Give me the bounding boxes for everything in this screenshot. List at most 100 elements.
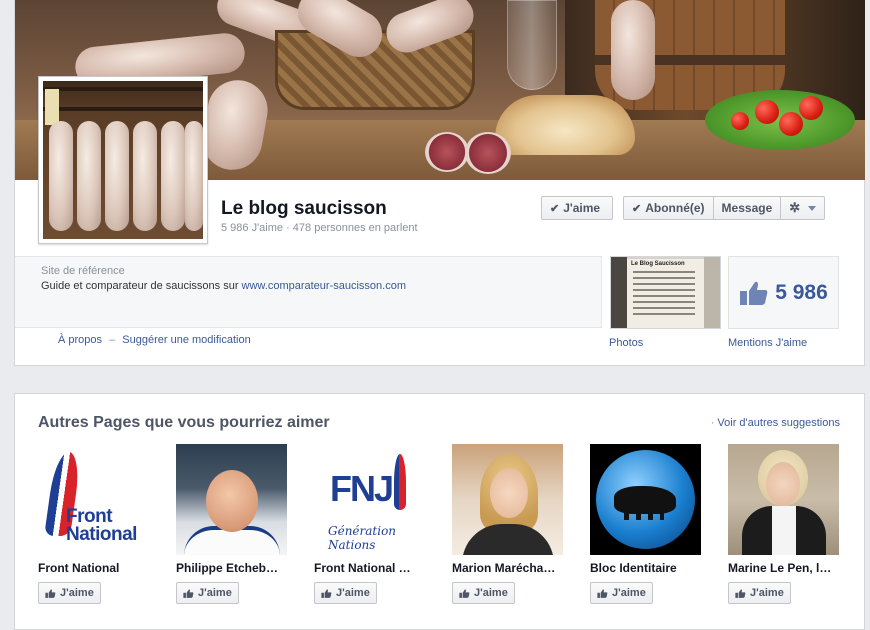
suggested-page: Marion Maréchа… J'aime [452,444,564,604]
cover-sausage [611,0,655,100]
suggested-page-image[interactable] [728,444,839,555]
check-icon: ✔ [632,202,642,215]
photo-thumb-line [633,271,695,273]
suggested-page-like-button[interactable]: J'aime [314,582,377,604]
flame-logo-icon [394,454,406,510]
cover-glass [507,0,557,90]
suggested-page: Marine Le Pen, l… J'aime [728,444,840,604]
see-more-suggestions[interactable]: · Voir d'autres suggestions [711,417,840,429]
thumbs-up-icon [597,588,608,599]
profile-picture[interactable] [38,76,208,244]
suggested-page-image[interactable]: Front National [38,444,149,555]
suggested-page-like-button[interactable]: J'aime [728,582,791,604]
thumbs-up-icon [45,588,56,599]
gear-icon: ✲ [789,200,801,215]
suggested-page-like-button[interactable]: J'aime [590,582,653,604]
cover-bread [495,95,635,155]
photo-thumb-page [627,259,705,328]
photo-thumb-line [633,283,695,285]
suggested-page-name[interactable]: Front National [38,561,150,575]
portrait-face [490,468,528,518]
suggested-page-image[interactable] [590,444,701,555]
fnj-logo-subtitle: Génération Nations [328,524,397,552]
suggested-page-like-button[interactable]: J'aime [452,582,515,604]
suggested-page: Front National Front National J'aime [38,444,150,604]
suggested-page-like-label: J'aime [60,587,94,599]
cover-tomato [779,112,803,136]
about-links: À propos – Suggérer une modification [58,334,251,346]
avatar-hanging-sausage [133,121,157,231]
likes-box[interactable]: 5 986 [728,256,839,329]
check-icon: ✔ [550,202,560,215]
photo-thumb-line [633,313,695,315]
page-stats: 5 986 J'aime · 478 personnes en parlent [221,222,418,234]
message-button-label: Message [721,201,773,215]
suggested-page-image[interactable] [452,444,563,555]
suggest-edit-link[interactable]: Suggérer une modification [122,334,250,346]
cover-tomato [799,96,823,120]
suggested-page-name[interactable]: Marine Le Pen, l… [728,561,840,575]
suggested-page: FNJ Génération Nations Front National … … [314,444,426,604]
suggested-page-name[interactable]: Front National … [314,561,426,575]
photo-thumb-line [633,277,695,279]
photos-link[interactable]: Photos [609,337,643,349]
photo-thumb-edge [704,257,720,328]
photo-thumb-shadow [611,257,627,328]
cover-tomato [731,112,749,130]
likes-link[interactable]: Mentions J'aime [728,337,807,349]
avatar-hanging-sausage [185,121,203,231]
about-link[interactable]: À propos [58,334,102,346]
suggested-page-like-label: J'aime [474,587,508,599]
cover-tomato [755,100,779,124]
suggested-page-image[interactable] [176,444,287,555]
suggested-page-like-button[interactable]: J'aime [38,582,101,604]
like-button[interactable]: ✔ J'aime [541,196,613,220]
thumbs-up-icon [735,588,746,599]
suggested-page-name[interactable]: Philippe Etcheb… [176,561,288,575]
cover-saucisson-slice [465,132,511,174]
page-category[interactable]: Site de référence [41,265,125,277]
suggested-page-name[interactable]: Marion Maréchа… [452,561,564,575]
settings-dropdown-button[interactable]: ✲ [781,197,824,219]
thumbs-up-icon [459,588,470,599]
photo-thumb-line [633,307,695,309]
suggested-pages-title: Autres Pages que vous pourriez aimer [38,414,330,431]
avatar-rail [43,107,203,111]
suggested-page-like-button[interactable]: J'aime [176,582,239,604]
website-link[interactable]: www.comparateur-saucisson.com [242,280,406,292]
avatar-hanging-sausage [49,121,73,231]
page-description: Guide et comparateur de saucissons sur w… [41,280,406,292]
subscribed-button[interactable]: ✔ Abonné(e) [624,197,714,219]
front-national-logo-text: Front National [66,506,137,545]
suggested-page-like-label: J'aime [336,587,370,599]
suggested-page-name[interactable]: Bloc Identitaire [590,561,702,575]
page-actions-group: ✔ Abonné(e) Message ✲ [623,196,826,220]
see-more-suggestions-label: Voir d'autres suggestions [717,417,840,429]
avatar-hanging-sausage [77,121,101,231]
fnj-logo-text: FNJ [330,468,394,509]
avatar-hanging-sausage [161,121,185,231]
suggested-page: Bloc Identitaire J'aime [590,444,702,604]
suggested-page-like-label: J'aime [750,587,784,599]
about-links-separator: – [109,334,116,346]
portrait-face [766,462,800,506]
like-button-label: J'aime [563,201,601,215]
subscribed-button-label: Abonné(e) [645,201,705,215]
photos-thumbnail[interactable]: Le Blog Saucisson [610,256,721,329]
message-button[interactable]: Message [714,197,782,219]
thumbs-up-icon [321,588,332,599]
photo-thumb-line [633,295,695,297]
photo-thumb-line [633,301,695,303]
suggested-page-like-label: J'aime [612,587,646,599]
photo-thumb-title: Le Blog Saucisson [631,261,685,267]
photo-thumb-line [633,289,695,291]
portrait-body [462,524,554,555]
thumbs-up-icon [183,588,194,599]
portrait-shirt [772,506,796,555]
page-title[interactable]: Le blog saucisson [221,198,387,220]
suggested-page-image[interactable]: FNJ Génération Nations [314,444,425,555]
suggested-page-like-label: J'aime [198,587,232,599]
likes-count: 5 986 [775,280,828,304]
thumbs-up-icon [739,280,769,306]
about-section: Site de référence Guide et comparateur d… [15,256,602,328]
